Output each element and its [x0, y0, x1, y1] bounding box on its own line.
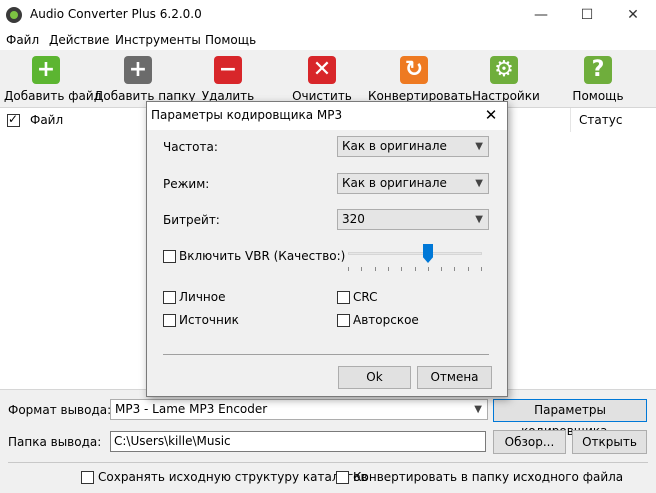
select-all-checkbox[interactable]	[7, 112, 20, 127]
format-label: Формат вывода:	[8, 403, 112, 417]
settings-icon: ⚙	[490, 56, 518, 84]
settings-button[interactable]: ⚙ Настройки	[472, 54, 540, 103]
column-separator	[570, 108, 571, 132]
private-checkbox[interactable]	[163, 291, 176, 304]
slider-tick	[481, 267, 482, 271]
folder-label: Папка вывода:	[8, 435, 102, 449]
vbr-label: Включить VBR (Качество:)	[179, 249, 346, 263]
add-folder-button[interactable]: + Добавить папку	[94, 54, 196, 103]
menu-action[interactable]: Действие	[49, 33, 109, 47]
frequency-select[interactable]: Как в оригинале ▼	[337, 136, 489, 157]
private-label: Личное	[179, 290, 226, 304]
vbr-checkbox[interactable]	[163, 250, 176, 263]
format-select[interactable]: MP3 - Lame MP3 Encoder ▼	[110, 399, 488, 420]
slider-tick	[375, 267, 376, 271]
slider-tick	[388, 267, 389, 271]
crc-checkbox[interactable]	[337, 291, 350, 304]
delete-icon: −	[214, 56, 242, 84]
toolbar: + Добавить файл + Добавить папку − Удали…	[0, 50, 656, 103]
dialog-title-bar: Параметры кодировщика MP3 ✕	[147, 102, 507, 130]
browse-button[interactable]: Обзор...	[493, 430, 566, 454]
keep-structure-checkbox[interactable]	[81, 471, 94, 484]
window-title: Audio Converter Plus 6.2.0.0	[30, 7, 202, 21]
convert-button[interactable]: ↻ Конвертировать	[368, 54, 472, 103]
app-icon	[6, 7, 22, 23]
slider-tick	[415, 267, 416, 271]
help-icon: ?	[584, 56, 612, 84]
slider-tick	[401, 267, 402, 271]
copyright-checkbox[interactable]	[337, 314, 350, 327]
add-file-label: Добавить файл	[4, 89, 102, 103]
menu-help[interactable]: Помощь	[205, 33, 256, 47]
bitrate-select[interactable]: 320 ▼	[337, 209, 489, 230]
frequency-value: Как в оригинале	[342, 139, 447, 153]
menu-file[interactable]: Файл	[6, 33, 39, 47]
mp3-encoder-dialog: Параметры кодировщика MP3 ✕ Частота: Как…	[146, 101, 508, 397]
bottom-divider	[8, 462, 648, 463]
slider-tick	[428, 267, 429, 271]
add-folder-icon: +	[124, 56, 152, 84]
bitrate-label: Битрейт:	[163, 213, 220, 227]
column-file[interactable]: Файл	[30, 108, 63, 132]
format-value: MP3 - Lame MP3 Encoder	[115, 402, 268, 416]
add-file-button[interactable]: + Добавить файл	[4, 54, 102, 103]
original-checkbox[interactable]	[163, 314, 176, 327]
chevron-down-icon: ▼	[475, 141, 483, 152]
mode-label: Режим:	[163, 177, 210, 191]
open-button[interactable]: Открыть	[572, 430, 647, 454]
crc-label: CRC	[353, 290, 378, 304]
convert-to-source-checkbox[interactable]	[336, 471, 349, 484]
vbr-quality-slider-thumb[interactable]	[423, 244, 433, 263]
convert-to-source-label: Конвертировать в папку исходного файла	[353, 470, 624, 484]
output-folder-input[interactable]: C:\Users\kille\Music	[110, 431, 486, 452]
add-file-icon: +	[32, 56, 60, 84]
title-bar: Audio Converter Plus 6.2.0.0 — ☐ ✕	[0, 0, 656, 30]
dialog-close-icon[interactable]: ✕	[481, 105, 501, 125]
delete-button[interactable]: − Удалить	[196, 54, 260, 103]
column-status[interactable]: Статус	[579, 108, 622, 132]
encoder-params-button[interactable]: Параметры кодировщика...	[493, 399, 647, 438]
cancel-button[interactable]: Отмена	[417, 366, 492, 389]
keep-structure-label: Сохранять исходную структуру каталогов	[98, 470, 368, 484]
vbr-quality-slider-track[interactable]	[348, 252, 482, 255]
convert-icon: ↻	[400, 56, 428, 84]
clear-icon: ✕	[308, 56, 336, 84]
menu-tools[interactable]: Инструменты	[115, 33, 201, 47]
slider-tick	[441, 267, 442, 271]
dialog-divider	[163, 354, 489, 355]
slider-tick	[361, 267, 362, 271]
menu-bar: Файл Действие Инструменты Помощь	[0, 30, 656, 50]
mode-value: Как в оригинале	[342, 176, 447, 190]
maximize-button[interactable]: ☐	[564, 0, 610, 30]
chevron-down-icon: ▼	[474, 404, 482, 415]
minimize-button[interactable]: —	[518, 0, 564, 30]
slider-tick	[468, 267, 469, 271]
bitrate-value: 320	[342, 212, 365, 226]
copyright-label: Авторское	[353, 313, 419, 327]
help-button[interactable]: ? Помощь	[566, 54, 630, 103]
chevron-down-icon: ▼	[475, 178, 483, 189]
close-button[interactable]: ✕	[610, 0, 656, 30]
ok-button[interactable]: Ok	[338, 366, 411, 389]
original-label: Источник	[179, 313, 239, 327]
frequency-label: Частота:	[163, 140, 218, 154]
help-label: Помощь	[572, 89, 624, 103]
slider-tick	[454, 267, 455, 271]
chevron-down-icon: ▼	[475, 214, 483, 225]
mode-select[interactable]: Как в оригинале ▼	[337, 173, 489, 194]
dialog-title: Параметры кодировщика MP3	[151, 108, 343, 122]
slider-tick	[348, 267, 349, 271]
clear-button[interactable]: ✕ Очистить	[290, 54, 354, 103]
